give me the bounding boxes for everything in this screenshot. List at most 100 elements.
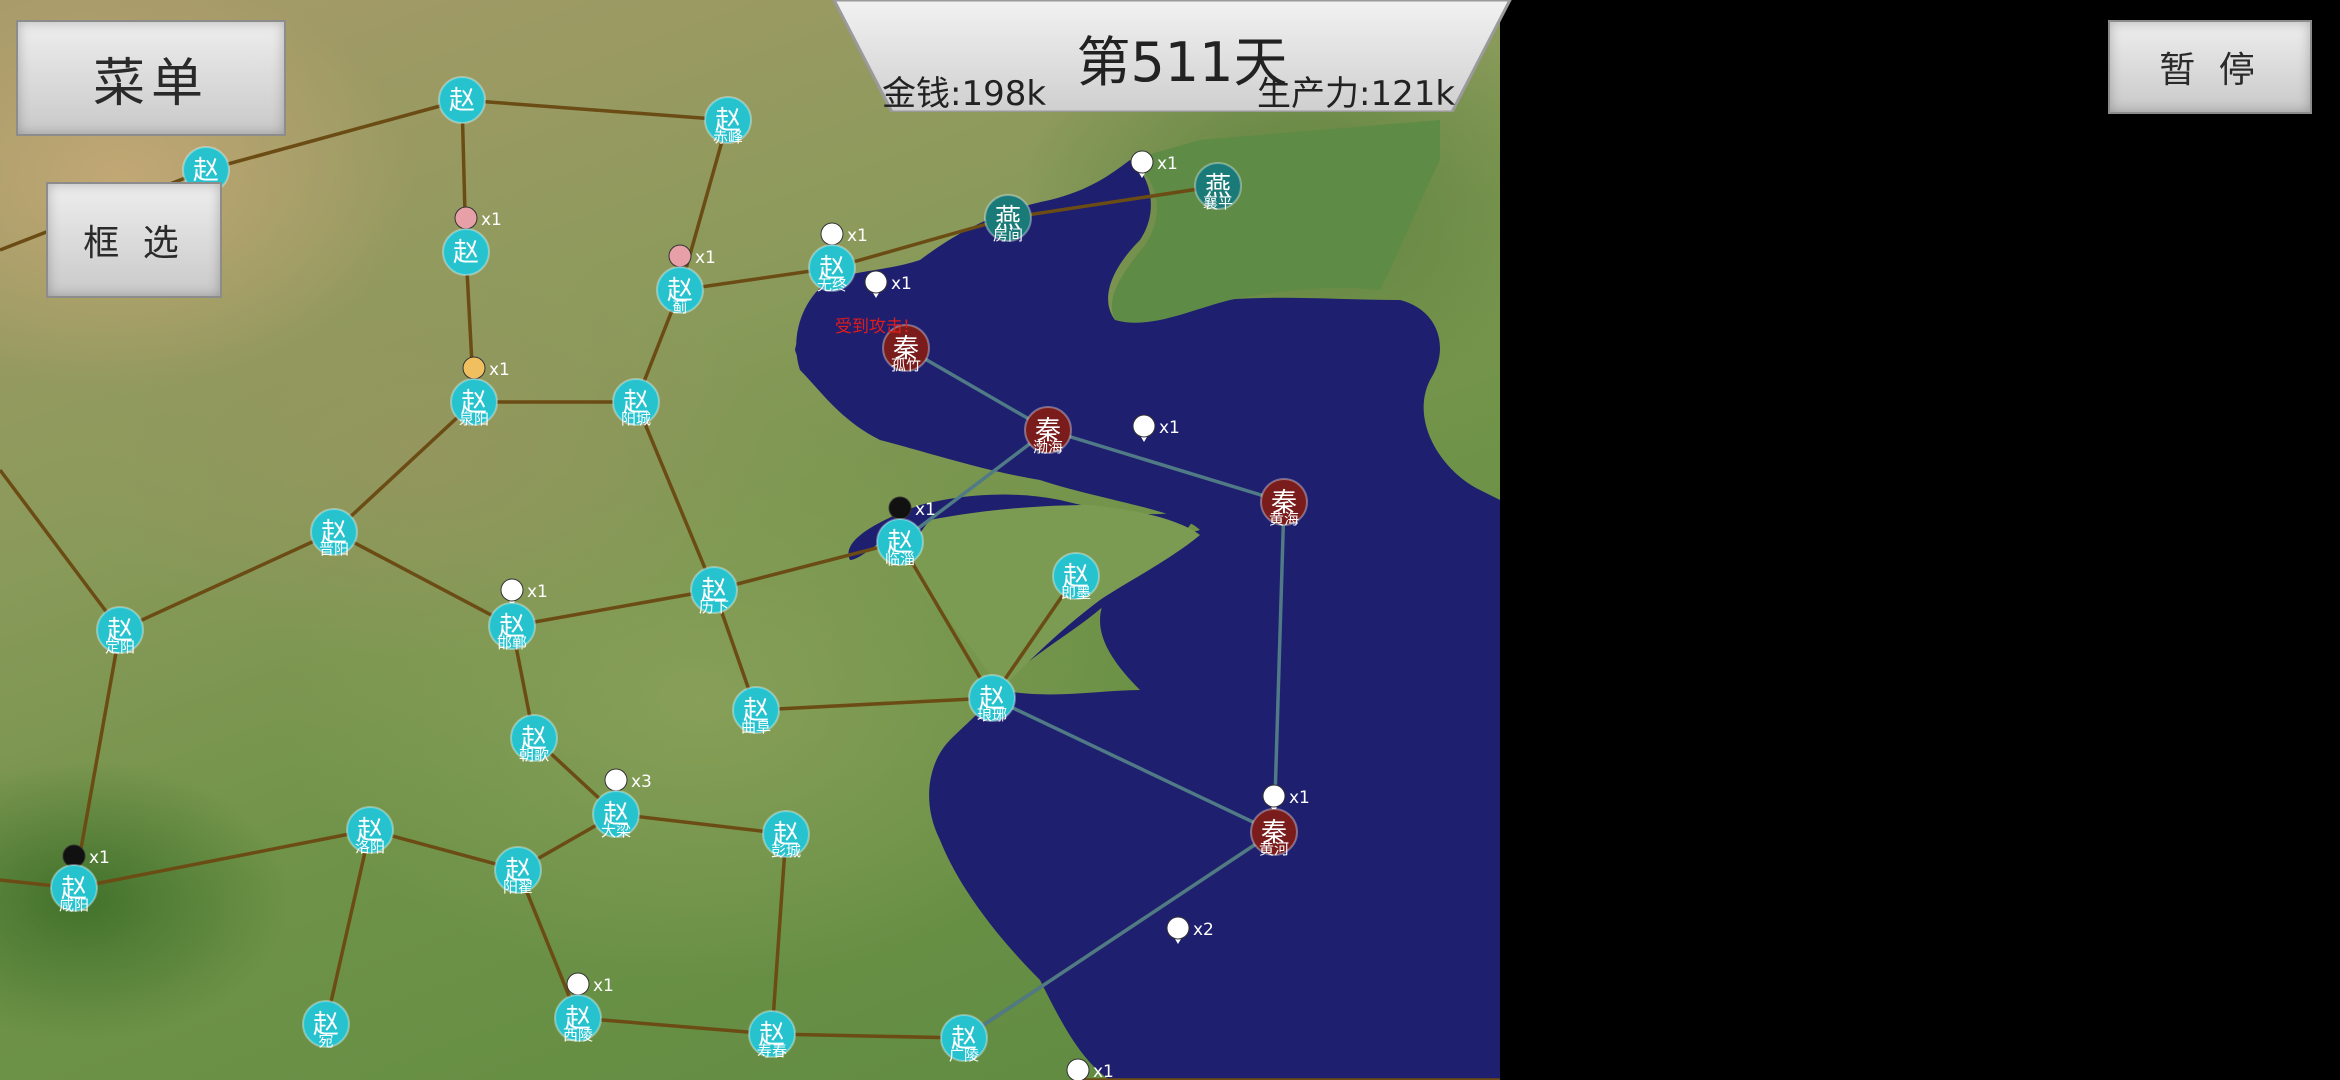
unit-marker[interactable] <box>864 270 888 294</box>
city-node-c3[interactable]: 赵赤峰 <box>704 96 752 146</box>
city-node-c31[interactable]: 赵寿春 <box>748 1010 796 1060</box>
unit-count: x1 <box>915 500 936 520</box>
city-name: 历下 <box>699 598 729 616</box>
city-node-c15[interactable]: 赵定阳 <box>96 606 144 656</box>
faction-label: 赵 <box>449 86 475 116</box>
land-route <box>771 1032 965 1040</box>
unit-count: x1 <box>1289 788 1310 808</box>
unit-count: x1 <box>1157 154 1178 174</box>
attack-alert-label: 受到攻击! <box>835 317 910 337</box>
city-name: 蓟 <box>672 298 687 316</box>
city-name: 无终 <box>817 276 847 294</box>
money-counter: 金钱:198k <box>882 74 1047 114</box>
liaodong-peninsula <box>1111 120 1440 323</box>
land-route <box>634 401 716 591</box>
land-route <box>755 696 993 712</box>
unit-count: x1 <box>1093 1062 1114 1080</box>
unit-marker[interactable] <box>462 356 486 380</box>
map-canvas[interactable]: x1x1x1x1x1x1x1x1x1x3x1x1x1x2x1 赵赵赵赤峰赵赵蓟赵… <box>0 0 1500 1080</box>
city-name: 咸阳 <box>59 896 89 914</box>
unit-marker[interactable] <box>1130 150 1154 174</box>
unit-marker[interactable] <box>668 244 692 268</box>
city-node-c5[interactable]: 赵蓟 <box>656 266 704 316</box>
city-name: 广陵 <box>949 1046 979 1064</box>
land-route <box>577 1016 773 1036</box>
faction-label: 赵 <box>453 238 479 268</box>
city-name: 宛 <box>318 1032 333 1050</box>
land-route <box>332 400 476 534</box>
production-counter: 生产力:121k <box>1257 74 1456 114</box>
city-name: 阳城 <box>621 410 651 428</box>
box-select-button[interactable]: 框 选 <box>46 182 222 298</box>
land-route <box>333 530 513 628</box>
city-node-c22[interactable]: 赵朝歌 <box>510 714 558 764</box>
unit-count: x3 <box>631 772 652 792</box>
city-node-c32[interactable]: 赵广陵 <box>940 1014 988 1064</box>
unit-marker[interactable] <box>1132 414 1156 438</box>
city-name: 即墨 <box>1061 584 1091 602</box>
land-route <box>770 833 788 1035</box>
unit-marker[interactable] <box>454 206 478 230</box>
city-node-c24[interactable]: 赵咸阳 <box>50 864 98 914</box>
city-name: 西陵 <box>563 1026 593 1044</box>
city-name: 寿春 <box>757 1042 787 1060</box>
unit-count: x1 <box>593 976 614 996</box>
city-name: 邯郸 <box>497 634 527 652</box>
city-name: 赤峰 <box>713 128 743 146</box>
unit-count: x1 <box>891 274 912 294</box>
unit-marker[interactable] <box>1166 916 1190 940</box>
city-node-c27[interactable]: 赵彭城 <box>762 810 810 860</box>
unit-marker[interactable] <box>604 768 628 792</box>
unit-marker[interactable] <box>62 844 86 868</box>
unit-marker[interactable] <box>566 972 590 996</box>
city-name: 孤竹 <box>891 356 921 374</box>
army-unit-u9[interactable]: x1 <box>500 578 548 606</box>
city-name: 洛阳 <box>355 838 385 856</box>
menu-button[interactable]: 菜单 <box>16 20 286 136</box>
land-route <box>324 829 372 1025</box>
status-panel: 第511天 金钱:198k 生产力:121k <box>832 0 1512 114</box>
game-map[interactable]: x1 x1 x1 x1 x1 x1 x1 x1 x1 x3 x1 x1 x1 x2 x1 赵赵赵赤峰赵赵蓟赵… <box>0 0 1500 1080</box>
city-node-c13[interactable]: 赵阳城 <box>612 378 660 428</box>
land-route <box>713 540 901 592</box>
city-node-c16[interactable]: 赵邯郸 <box>488 602 536 652</box>
city-name: 朝歌 <box>519 746 549 764</box>
unit-marker[interactable] <box>820 222 844 246</box>
city-name: 泉阳 <box>459 410 489 428</box>
unit-count: x1 <box>847 226 868 246</box>
city-node-c17[interactable]: 赵历下 <box>690 566 738 616</box>
city-name: 襄平 <box>1203 194 1233 212</box>
city-name: 曲阜 <box>741 718 771 736</box>
city-node-c14[interactable]: 赵晋阳 <box>310 508 358 558</box>
land-route <box>0 468 122 632</box>
city-node-c25[interactable]: 赵阳翟 <box>494 846 542 896</box>
city-node-c30[interactable]: 赵西陵 <box>554 994 602 1044</box>
city-name: 定阳 <box>105 638 135 656</box>
unit-marker[interactable] <box>1066 1058 1090 1080</box>
city-node-c2[interactable]: 赵 <box>438 76 486 124</box>
city-name: 大梁 <box>601 822 631 840</box>
city-name: 琅琊 <box>977 706 1007 724</box>
city-name: 黄海 <box>1269 510 1299 528</box>
unit-marker[interactable] <box>1262 784 1286 808</box>
unit-marker[interactable] <box>500 578 524 602</box>
city-name: 临淄 <box>885 550 915 568</box>
city-name: 房间 <box>993 226 1023 244</box>
city-name: 晋阳 <box>319 540 349 558</box>
unit-count: x1 <box>489 360 510 380</box>
unit-marker[interactable] <box>888 496 912 520</box>
land-route <box>73 828 371 890</box>
land-route <box>615 812 787 836</box>
city-name: 黄河 <box>1259 840 1289 858</box>
city-node-c4[interactable]: 赵 <box>442 228 490 276</box>
city-node-c20[interactable]: 赵曲阜 <box>732 686 780 736</box>
land-route <box>119 530 335 632</box>
city-node-c12[interactable]: 赵泉阳 <box>450 378 498 428</box>
city-name: 渤海 <box>1033 438 1063 456</box>
pause-button[interactable]: 暂 停 <box>2108 20 2312 114</box>
city-node-c26[interactable]: 赵大梁 <box>592 790 640 840</box>
city-node-c29[interactable]: 赵宛 <box>302 1000 350 1050</box>
unit-count: x2 <box>1193 920 1214 940</box>
city-node-c23[interactable]: 赵洛阳 <box>346 806 394 856</box>
unit-count: x1 <box>481 210 502 230</box>
